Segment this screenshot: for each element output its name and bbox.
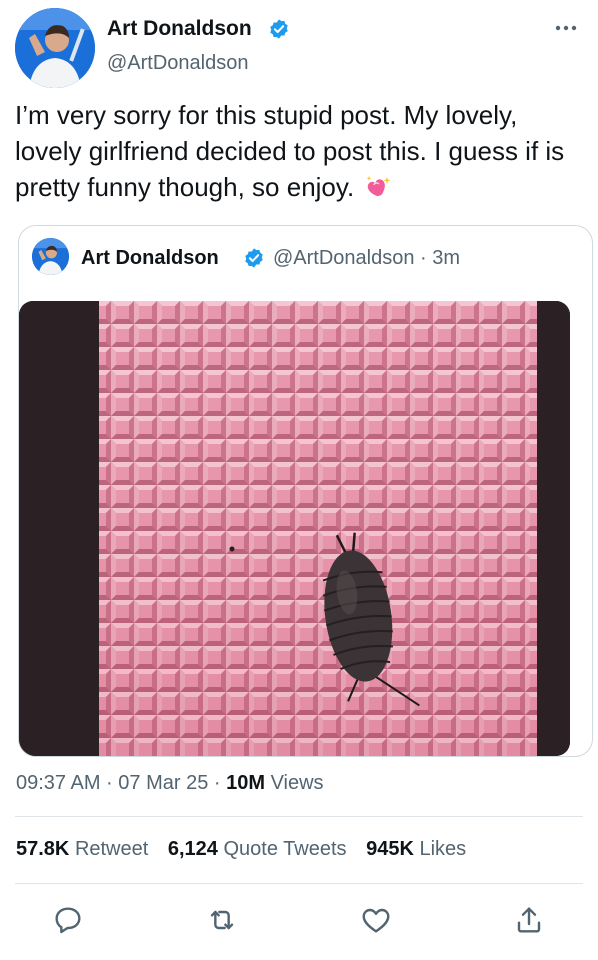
retweets-stat[interactable]: 57.8K Retweet bbox=[16, 838, 148, 860]
likes-count: 945K bbox=[366, 838, 414, 860]
sparkling-heart-icon bbox=[367, 176, 391, 197]
retweets-label: Retweet bbox=[74, 838, 149, 860]
likes-label: Likes bbox=[419, 838, 467, 860]
views-label: Views bbox=[265, 772, 324, 794]
tweet-text: I’m very sorry for this stupid post. My … bbox=[15, 97, 590, 205]
media-image[interactable] bbox=[19, 301, 570, 756]
views-count: 10M bbox=[226, 772, 266, 794]
retweet-icon[interactable] bbox=[206, 904, 238, 936]
divider bbox=[15, 883, 583, 884]
timestamp-views: 09:37 AM · 07 Mar 25 · 10M Views bbox=[16, 772, 324, 795]
tweet-body: I’m very sorry for this stupid post. My … bbox=[15, 100, 565, 202]
avatar[interactable] bbox=[15, 8, 95, 88]
verified-badge-icon bbox=[270, 19, 288, 39]
likes-stat[interactable]: 945K Likes bbox=[366, 838, 466, 860]
quote-tweets-stat[interactable]: 6,124 Quote Tweets bbox=[168, 838, 347, 860]
quoted-tweet[interactable]: Art Donaldson @ArtDonaldson · 3m bbox=[18, 225, 593, 757]
quote-tweets-label: Quote Tweets bbox=[223, 838, 347, 860]
quoted-avatar[interactable] bbox=[32, 238, 69, 275]
quoted-handle-time: @ArtDonaldson · 3m bbox=[273, 247, 461, 269]
quote-tweets-count: 6,124 bbox=[167, 838, 218, 860]
retweets-count: 57.8K bbox=[16, 838, 70, 860]
timestamp[interactable]: 09:37 AM · 07 Mar 25 · bbox=[16, 772, 226, 794]
engagement-stats: 57.8K Retweet 6,124 Quote Tweets 945K Li… bbox=[16, 838, 480, 861]
more-icon[interactable] bbox=[554, 22, 578, 34]
author-handle[interactable]: @ArtDonaldson bbox=[107, 52, 248, 75]
verified-badge-icon bbox=[245, 248, 263, 268]
quoted-author-name: Art Donaldson bbox=[81, 247, 219, 269]
divider bbox=[15, 816, 583, 817]
reply-icon[interactable] bbox=[52, 904, 84, 936]
author-name[interactable]: Art Donaldson bbox=[107, 17, 252, 41]
like-icon[interactable] bbox=[360, 904, 392, 936]
share-icon[interactable] bbox=[513, 904, 545, 936]
